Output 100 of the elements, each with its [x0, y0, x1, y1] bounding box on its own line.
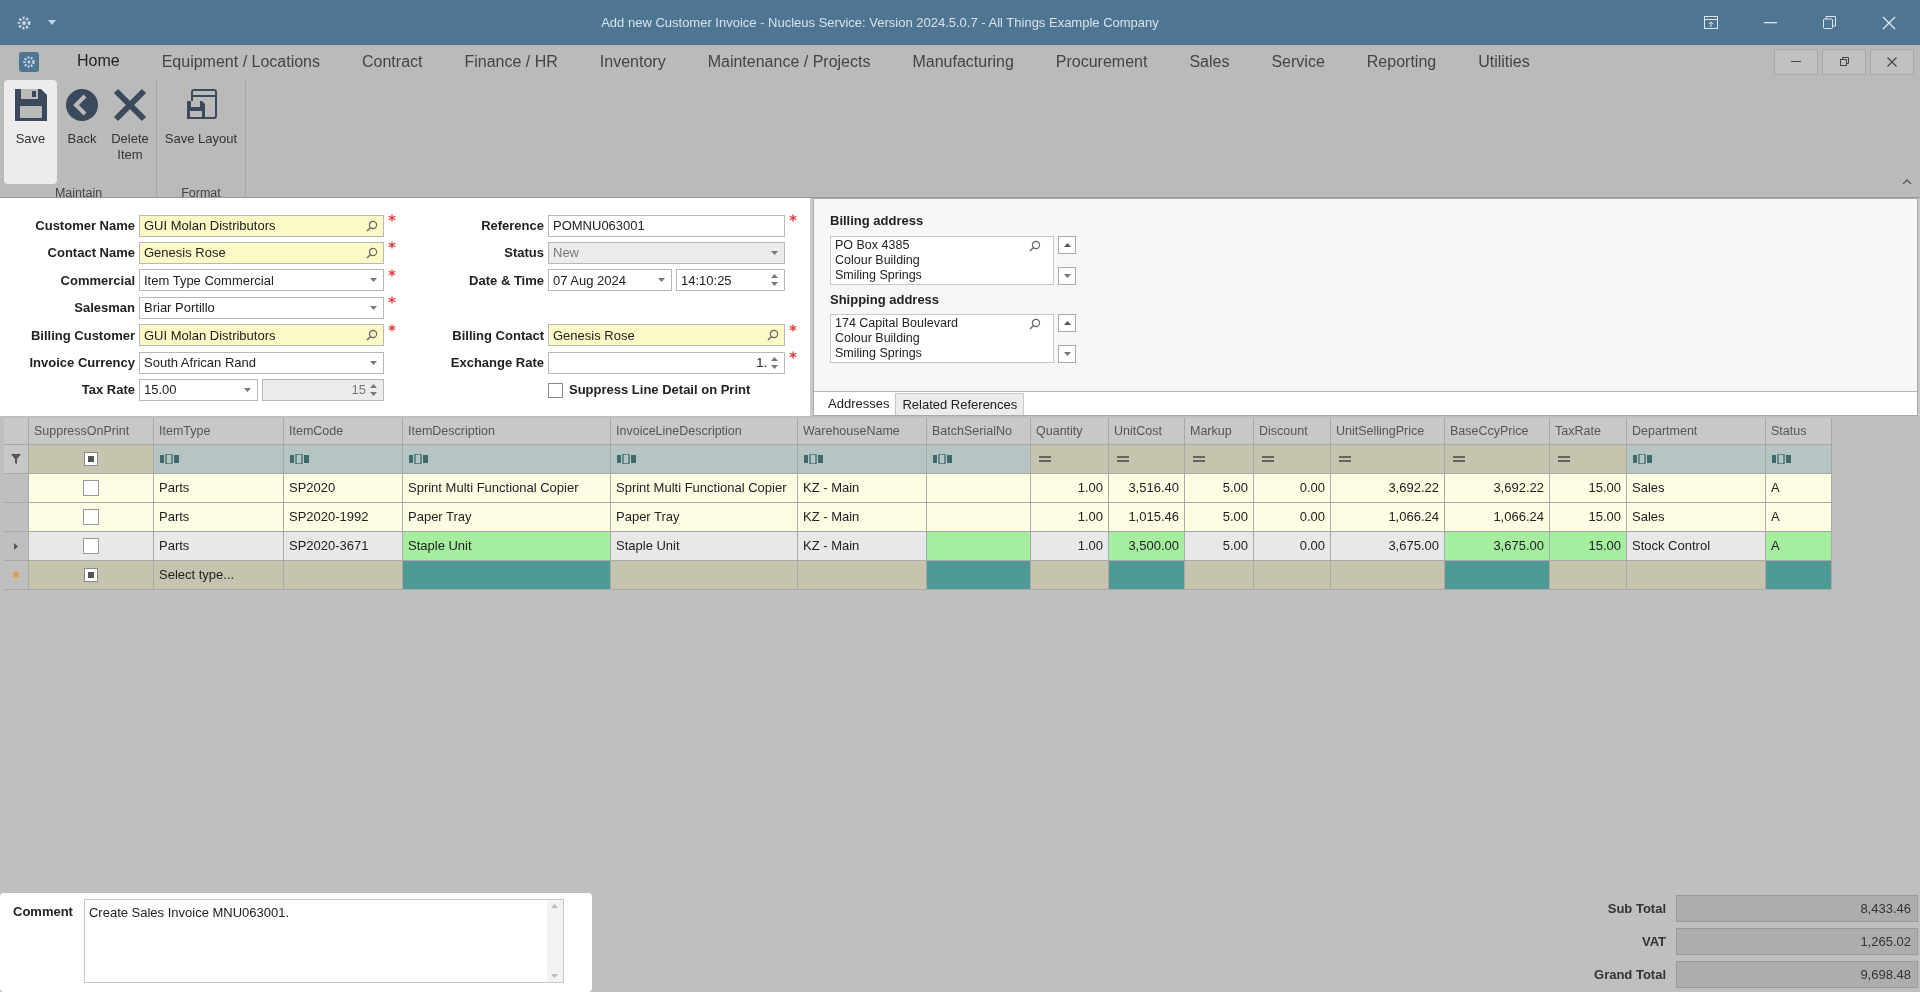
filter-icon[interactable] — [11, 454, 21, 464]
row-header-cell[interactable] — [4, 532, 29, 561]
filter-cell[interactable] — [1185, 445, 1254, 474]
search-icon[interactable] — [1029, 239, 1041, 252]
column-header[interactable]: Status — [1766, 418, 1832, 445]
filter-cell[interactable] — [1445, 445, 1550, 474]
indeterminate-checkbox-icon[interactable] — [84, 568, 98, 582]
lookup-field[interactable]: GUI Molan Distributors — [139, 324, 384, 347]
address-field[interactable]: 174 Capital Boulevard Colour Building Smiling Springs — [830, 314, 1054, 363]
menu-tab[interactable]: Procurement — [1039, 48, 1164, 75]
dropdown-field[interactable]: South African Rand — [139, 351, 384, 374]
search-icon[interactable] — [366, 329, 378, 342]
filter-cell[interactable] — [798, 445, 927, 474]
checkbox[interactable] — [83, 509, 99, 525]
ribbon-button[interactable]: Back — [59, 80, 105, 184]
spin-arrows-icon[interactable] — [370, 383, 377, 398]
menu-tab[interactable]: Home — [61, 48, 136, 75]
scroll-up-button[interactable] — [1058, 314, 1076, 332]
scroll-down-button[interactable] — [1058, 266, 1076, 285]
ribbon-button[interactable]: Save — [4, 80, 57, 184]
column-header[interactable]: Discount — [1254, 418, 1331, 445]
filter-cell[interactable] — [1109, 445, 1185, 474]
menu-tab[interactable]: Contract — [346, 48, 439, 75]
search-icon[interactable] — [767, 329, 779, 342]
gear-icon[interactable] — [16, 14, 32, 31]
checkbox[interactable]: Suppress Line Detail on Print — [548, 380, 751, 400]
dropdown-caret-icon[interactable] — [658, 278, 665, 283]
column-header[interactable]: Markup — [1185, 418, 1254, 445]
row-header-cell[interactable] — [4, 503, 29, 532]
search-icon[interactable] — [1029, 318, 1041, 330]
filter-button[interactable] — [4, 445, 29, 474]
column-header[interactable]: TaxRate — [1550, 418, 1627, 445]
menu-tab[interactable]: Sales — [1173, 48, 1246, 75]
scroll-down-button[interactable] — [1058, 345, 1076, 363]
restore-button[interactable] — [1822, 48, 1866, 75]
column-header[interactable]: BatchSerialNo — [927, 418, 1031, 445]
ribbon-button[interactable]: Delete Item — [107, 80, 153, 184]
app-menu-icon[interactable] — [19, 51, 39, 72]
filter-cell[interactable] — [1766, 445, 1832, 474]
filter-cell[interactable] — [1254, 445, 1331, 474]
lookup-field[interactable]: GUI Molan Distributors — [139, 214, 384, 237]
dropdown-caret-icon[interactable] — [370, 305, 377, 310]
column-header[interactable]: Department — [1627, 418, 1766, 445]
column-header[interactable]: ItemType — [154, 418, 284, 445]
filter-cell[interactable] — [1627, 445, 1766, 474]
caret-down-icon[interactable] — [48, 20, 56, 25]
column-header[interactable]: Quantity — [1031, 418, 1109, 445]
dropdown-field[interactable]: Item Type Commercial — [139, 269, 384, 292]
lookup-field[interactable]: Genesis Rose — [139, 242, 384, 265]
checkbox[interactable] — [83, 538, 99, 554]
column-header[interactable]: UnitCost — [1109, 418, 1185, 445]
menu-tab[interactable]: Equipment / Locations — [145, 48, 336, 75]
menu-tab[interactable]: Manufacturing — [896, 48, 1030, 75]
address-field[interactable]: PO Box 4385 Colour Building Smiling Springs — [830, 235, 1054, 285]
indeterminate-checkbox-icon[interactable] — [84, 452, 98, 466]
number-field[interactable]: 15 — [262, 379, 384, 402]
restore-icon[interactable] — [1823, 16, 1836, 29]
time-field[interactable]: 14:10:25 — [676, 269, 785, 292]
filter-cell[interactable] — [284, 445, 403, 474]
lookup-field[interactable]: Genesis Rose — [548, 324, 785, 347]
minimize-icon[interactable] — [1764, 21, 1777, 24]
column-header[interactable]: ItemDescription — [403, 418, 611, 445]
menu-tab[interactable]: Inventory — [583, 48, 682, 75]
menu-tab[interactable]: Utilities — [1462, 48, 1546, 75]
filter-cell[interactable] — [611, 445, 798, 474]
column-header[interactable]: BaseCcyPrice — [1445, 418, 1550, 445]
dropdown-field[interactable]: 15.00 — [139, 379, 258, 402]
dropdown-field[interactable]: Briar Portillo — [139, 296, 384, 319]
row-header-cell[interactable] — [4, 474, 29, 503]
dropdown-caret-icon[interactable] — [370, 360, 377, 365]
text-field[interactable]: POMNU063001 — [548, 214, 785, 237]
spin-arrows-icon[interactable] — [771, 355, 778, 370]
filter-cell[interactable] — [1331, 445, 1445, 474]
spin-arrows-icon[interactable] — [771, 273, 778, 288]
tab[interactable]: Related References — [895, 393, 1025, 415]
date-field[interactable]: 07 Aug 2024 — [548, 269, 672, 292]
scroll-up-button[interactable] — [1058, 235, 1076, 254]
close-icon[interactable] — [1882, 15, 1896, 30]
menu-tab[interactable]: Finance / HR — [448, 48, 574, 75]
column-header[interactable]: UnitSellingPrice — [1331, 418, 1445, 445]
filter-cell[interactable] — [154, 445, 284, 474]
search-icon[interactable] — [366, 219, 378, 232]
search-icon[interactable] — [366, 247, 378, 260]
row-header-cell[interactable] — [4, 561, 29, 590]
column-header[interactable]: SuppressOnPrint — [29, 418, 154, 445]
layout-icon[interactable] — [1704, 16, 1718, 29]
comment-field[interactable]: Create Sales Invoice MNU063001. — [83, 899, 564, 983]
ribbon-button[interactable]: Save Layout — [160, 80, 242, 184]
filter-cell[interactable] — [1550, 445, 1627, 474]
filter-cell[interactable] — [403, 445, 611, 474]
filter-cell[interactable] — [927, 445, 1031, 474]
column-header[interactable]: WarehouseName — [798, 418, 927, 445]
column-header[interactable]: ItemCode — [284, 418, 403, 445]
chevron-up-icon[interactable] — [1902, 179, 1912, 185]
dropdown-caret-icon[interactable] — [370, 278, 377, 283]
dropdown-caret-icon[interactable] — [244, 388, 251, 393]
number-field[interactable]: 1. — [548, 351, 785, 374]
filter-cell[interactable] — [1031, 445, 1109, 474]
menu-tab[interactable]: Maintenance / Projects — [691, 48, 887, 75]
filter-cell[interactable] — [29, 445, 154, 474]
